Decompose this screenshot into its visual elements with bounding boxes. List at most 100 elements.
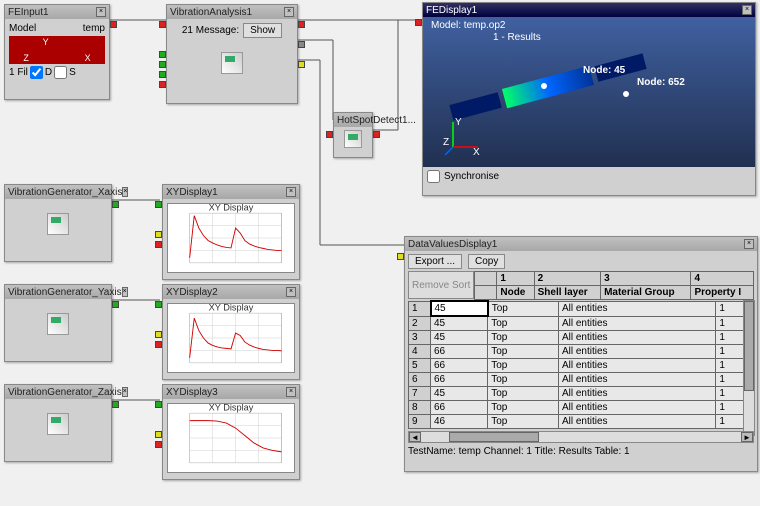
vibgen-icon [47, 413, 69, 435]
input-port[interactable] [155, 301, 162, 308]
output-port[interactable] [112, 201, 119, 208]
close-icon[interactable]: × [122, 187, 128, 197]
checkbox-d-label: D [45, 67, 52, 78]
sync-label: Synchronise [444, 171, 499, 182]
node-marker [623, 91, 629, 97]
export-button[interactable]: Export ... [408, 254, 462, 269]
input-port[interactable] [159, 61, 166, 68]
table-row[interactable]: 345TopAll entities1 [409, 331, 754, 345]
vertical-scrollbar[interactable] [743, 300, 755, 436]
output-port[interactable] [298, 21, 305, 28]
input-port[interactable] [159, 21, 166, 28]
sync-checkbox[interactable] [427, 170, 440, 183]
model-geometry [502, 66, 594, 109]
table-row[interactable]: 466TopAll entities1 [409, 345, 754, 359]
input-port[interactable] [155, 431, 162, 438]
table-row[interactable]: 145TopAll entities1 [409, 301, 754, 316]
col-header[interactable]: Property I [691, 286, 754, 300]
output-port[interactable] [112, 401, 119, 408]
input-port[interactable] [155, 241, 162, 248]
xydisplay-title: XYDisplay1 [166, 187, 218, 198]
col-num: 2 [534, 272, 600, 286]
input-port[interactable] [155, 341, 162, 348]
output-port[interactable] [298, 61, 305, 68]
close-icon[interactable]: × [122, 287, 128, 297]
col-header[interactable]: Shell layer [534, 286, 600, 300]
table-row[interactable]: 745TopAll entities1 [409, 387, 754, 401]
fedisplay-model-line: Model: temp.op2 [431, 20, 506, 31]
vibgen-icon [47, 313, 69, 335]
table-row[interactable]: 946TopAll entities1 [409, 415, 754, 429]
input-port[interactable] [415, 19, 422, 26]
hotspot-icon [344, 130, 362, 148]
vibgen-panel: VibrationGenerator_Zaxis× [4, 384, 112, 462]
axis-y-label: Y [43, 37, 49, 47]
output-port[interactable] [373, 131, 380, 138]
input-port[interactable] [159, 51, 166, 58]
input-port[interactable] [155, 331, 162, 338]
input-port[interactable] [155, 231, 162, 238]
table-row[interactable]: 866TopAll entities1 [409, 401, 754, 415]
output-port[interactable] [298, 41, 305, 48]
input-port[interactable] [155, 201, 162, 208]
xydisplay-panel: XYDisplay2× XY Display [162, 284, 300, 380]
svg-text:XY Display: XY Display [209, 404, 254, 412]
close-icon[interactable]: × [286, 187, 296, 197]
feinput-file-label: 1 Fil [9, 67, 28, 78]
col-header[interactable]: Material Group [601, 286, 691, 300]
col-num: 4 [691, 272, 754, 286]
table-row[interactable]: 245TopAll entities1 [409, 316, 754, 331]
close-icon[interactable]: × [742, 5, 752, 15]
node652-label: Node: 652 [637, 77, 685, 88]
hotspot-title: HotSpotDetect1... [337, 115, 416, 126]
vibgen-title: VibrationGenerator_Yaxis [8, 287, 122, 298]
svg-text:Z: Z [443, 137, 449, 148]
vibgen-panel: VibrationGenerator_Xaxis× [4, 184, 112, 262]
xy-chart: XY Display [168, 404, 294, 472]
feinput-panel: FEInput1× Model temp Y Z X 1 Fil D S [4, 4, 110, 100]
input-port[interactable] [326, 131, 333, 138]
input-port[interactable] [159, 81, 166, 88]
output-port[interactable] [110, 21, 117, 28]
input-port[interactable] [397, 253, 404, 260]
input-port[interactable] [159, 71, 166, 78]
checkbox-s[interactable] [54, 66, 67, 79]
feinput-model-label: Model [9, 23, 36, 34]
show-button[interactable]: Show [243, 23, 282, 38]
table-row[interactable]: 666TopAll entities1 [409, 373, 754, 387]
svg-text:XY Display: XY Display [209, 304, 254, 312]
table-row[interactable]: 566TopAll entities1 [409, 359, 754, 373]
vibration-panel: VibrationAnalysis1 × 21 Message: Show [166, 4, 298, 104]
close-icon[interactable]: × [284, 7, 294, 17]
col-num: 1 [497, 272, 534, 286]
col-num: 3 [601, 272, 691, 286]
fedisplay-results-line: 1 - Results [493, 32, 541, 43]
data-table[interactable]: 145TopAll entities1245TopAll entities134… [408, 300, 754, 429]
close-icon[interactable]: × [96, 7, 106, 17]
close-icon[interactable]: × [286, 287, 296, 297]
vibration-title: VibrationAnalysis1 [170, 7, 252, 18]
checkbox-d[interactable] [30, 66, 43, 79]
axis-z-label: Z [23, 53, 29, 63]
input-port[interactable] [155, 441, 162, 448]
horizontal-scrollbar[interactable]: ◄ ► [408, 431, 754, 443]
close-icon[interactable]: × [744, 239, 754, 249]
node-marker [541, 83, 547, 89]
feinput-temp-label: temp [83, 23, 105, 34]
remove-sort-button[interactable]: Remove Sort [412, 280, 470, 291]
node45-label: Node: 45 [583, 65, 625, 76]
svg-text:Y: Y [455, 117, 462, 128]
xy-chart: XY Display [168, 204, 294, 272]
col-header[interactable]: Node [497, 286, 534, 300]
viewport-3d[interactable]: Model: temp.op2 1 - Results Node: 45 Nod… [423, 17, 755, 167]
svg-text:X: X [473, 147, 480, 157]
close-icon[interactable]: × [122, 387, 128, 397]
fedisplay-title: FEDisplay1 [426, 5, 477, 16]
xydisplay-panel: XYDisplay3× XY Display [162, 384, 300, 480]
output-port[interactable] [112, 301, 119, 308]
close-icon[interactable]: × [286, 387, 296, 397]
svg-text:XY Display: XY Display [209, 204, 254, 212]
input-port[interactable] [155, 401, 162, 408]
copy-button[interactable]: Copy [468, 254, 505, 269]
vibration-message-label: 21 Message: [182, 25, 239, 36]
